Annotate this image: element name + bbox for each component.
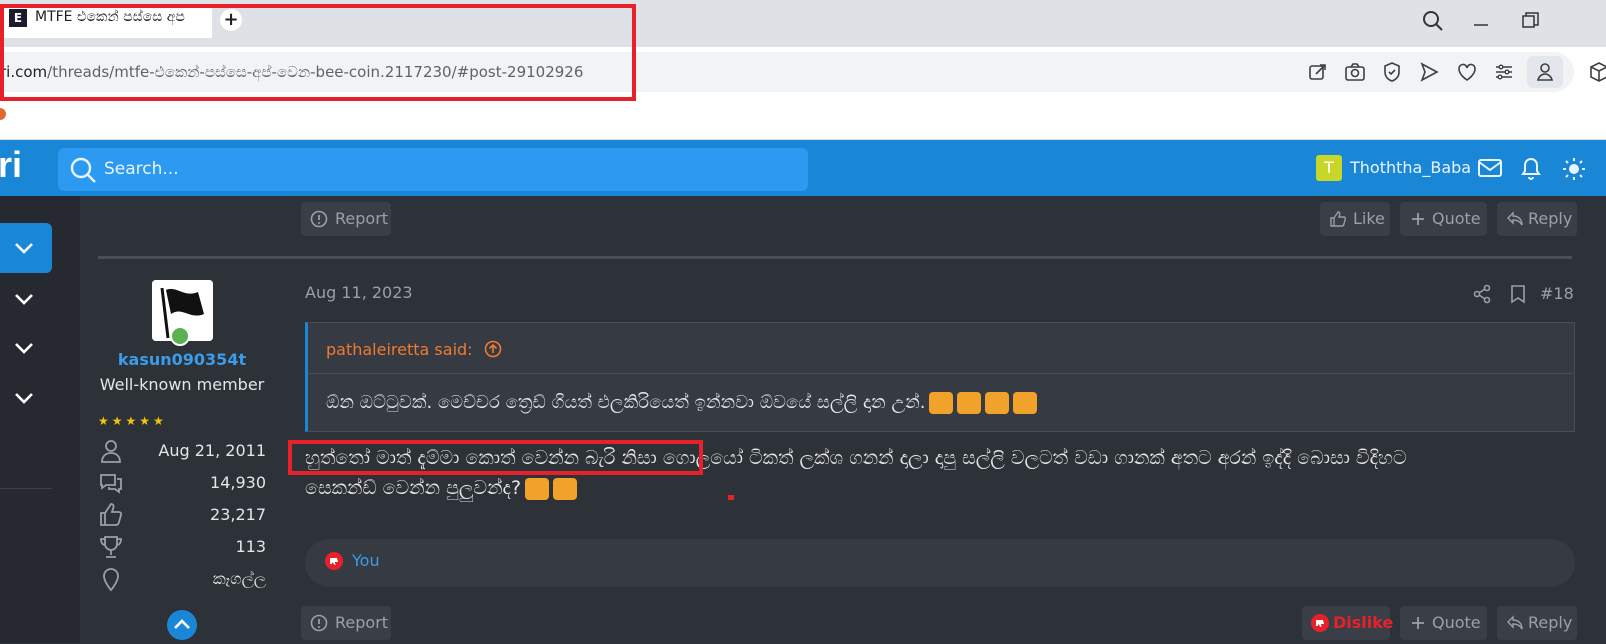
joined-date: Aug 21, 2011 — [158, 441, 266, 460]
trophy-icon — [100, 536, 122, 558]
sidebar-divider — [0, 488, 52, 489]
settings-sliders-icon[interactable] — [1492, 60, 1516, 84]
quote-text-content: ඕන ඔට්ටුවක්. මෙච්චර ත්‍රෙඩ් ගියත් එලකිරි… — [326, 392, 926, 413]
post-number[interactable]: #18 — [1540, 284, 1574, 303]
trophy-points: 113 — [235, 537, 266, 556]
theme-toggle-icon[interactable] — [1561, 156, 1587, 182]
share-icon[interactable] — [1473, 284, 1491, 304]
author-title: Well-known member — [99, 375, 265, 394]
location-icon — [103, 568, 119, 592]
reply-icon — [1507, 615, 1523, 630]
bell-icon[interactable] — [1519, 155, 1543, 181]
dislike-label: Dislike — [1333, 613, 1394, 632]
user-avatar-small[interactable]: T — [1316, 155, 1342, 181]
quote-label: Quote — [1432, 613, 1481, 632]
quote-author-label: pathaleiretta said: — [326, 340, 473, 359]
reply-label: Reply — [1528, 209, 1573, 228]
reactions-bar[interactable] — [305, 539, 1575, 587]
author-name[interactable]: kasun090354t — [98, 350, 266, 369]
thumbs-up-icon — [100, 503, 122, 526]
plus-icon — [1412, 617, 1424, 629]
search-tabs-icon[interactable] — [1420, 8, 1446, 34]
report-button[interactable]: Report — [301, 606, 391, 640]
laughing-emoji-icon — [1013, 392, 1038, 414]
heart-eyes-emoji-icon — [525, 477, 550, 500]
chevron-up-icon — [174, 619, 190, 629]
report-button[interactable]: Report — [301, 202, 391, 236]
dislike-icon — [1311, 614, 1329, 632]
report-label: Report — [335, 209, 389, 228]
heart-eyes-emoji-icon — [553, 477, 578, 500]
reply-label: Reply — [1528, 613, 1573, 632]
inbox-icon[interactable] — [1477, 157, 1503, 179]
arrow-up-circle-icon[interactable] — [484, 340, 502, 358]
online-status-icon — [170, 326, 190, 346]
account-username[interactable]: Thoththa_Baba — [1350, 158, 1471, 177]
search-placeholder: Search... — [104, 159, 179, 179]
message-count: 14,930 — [210, 473, 266, 492]
edit-share-icon[interactable] — [1306, 60, 1330, 84]
dislike-reaction-icon — [325, 552, 343, 570]
post-body-line1: ගොලයෝ ටිකත් ලක්ශ ගනන් දාලා දාපු සල්ලි වල… — [656, 447, 1407, 469]
reaction-list-you[interactable]: You — [352, 551, 380, 570]
restore-window-icon[interactable] — [1517, 8, 1543, 34]
quote-label: Quote — [1432, 209, 1481, 228]
search-icon — [70, 157, 96, 183]
post-date[interactable]: Aug 11, 2023 — [305, 283, 413, 302]
bookmark-icon[interactable] — [1510, 284, 1526, 304]
post-body-line2: සෙකන්ඩ් වෙන්න පුලුවන්ද? — [305, 477, 522, 499]
annotation-dot — [728, 495, 734, 500]
thumbs-up-icon — [1330, 211, 1347, 227]
scroll-to-top-button[interactable] — [167, 610, 197, 640]
plus-icon — [1412, 213, 1424, 225]
extensions-box-icon[interactable] — [1587, 60, 1606, 84]
reaction-score: 23,217 — [210, 505, 266, 524]
post-divider — [98, 256, 1572, 259]
report-label: Report — [335, 613, 389, 632]
site-logo[interactable]: ri — [0, 144, 22, 186]
profile-icon — [1536, 63, 1554, 81]
report-icon — [310, 614, 328, 632]
reply-icon — [1507, 211, 1523, 226]
rating-stars-icon: ★★★★★ — [98, 414, 167, 428]
camera-icon[interactable] — [1343, 60, 1367, 84]
report-icon — [310, 210, 328, 228]
shield-icon[interactable] — [1380, 60, 1404, 84]
minimize-icon[interactable] — [1468, 8, 1494, 34]
laughing-emoji-icon — [929, 392, 954, 414]
quote-button[interactable]: Quote — [1400, 202, 1487, 236]
messages-icon — [100, 474, 122, 494]
send-icon[interactable] — [1417, 60, 1441, 84]
chevron-down-icon[interactable] — [12, 287, 36, 311]
chevron-down-icon[interactable] — [12, 386, 36, 410]
like-label: Like — [1353, 209, 1385, 228]
laughing-emoji-icon — [957, 392, 982, 414]
reply-button[interactable]: Reply — [1497, 202, 1577, 236]
like-button[interactable]: Like — [1320, 202, 1390, 236]
chevron-down-icon[interactable] — [12, 336, 36, 360]
reply-button[interactable]: Reply — [1497, 606, 1577, 640]
user-icon — [101, 440, 121, 463]
quote-text: ඕන ඔට්ටුවක්. මෙච්චර ත්‍රෙඩ් ගියත් එලකිරි… — [326, 390, 1556, 416]
annotation-box-url — [0, 4, 636, 101]
bookmarks-bar — [0, 95, 1606, 140]
laughing-emoji-icon — [985, 392, 1010, 414]
dislike-button[interactable]: Dislike — [1302, 606, 1394, 640]
heart-icon[interactable] — [1455, 60, 1479, 84]
annotation-box-text — [288, 440, 703, 475]
quote-author[interactable]: pathaleiretta said: — [326, 340, 502, 359]
author-location: කෑගල්ල — [212, 569, 266, 588]
chevron-down-icon[interactable] — [12, 236, 36, 260]
quote-button[interactable]: Quote — [1400, 606, 1487, 640]
